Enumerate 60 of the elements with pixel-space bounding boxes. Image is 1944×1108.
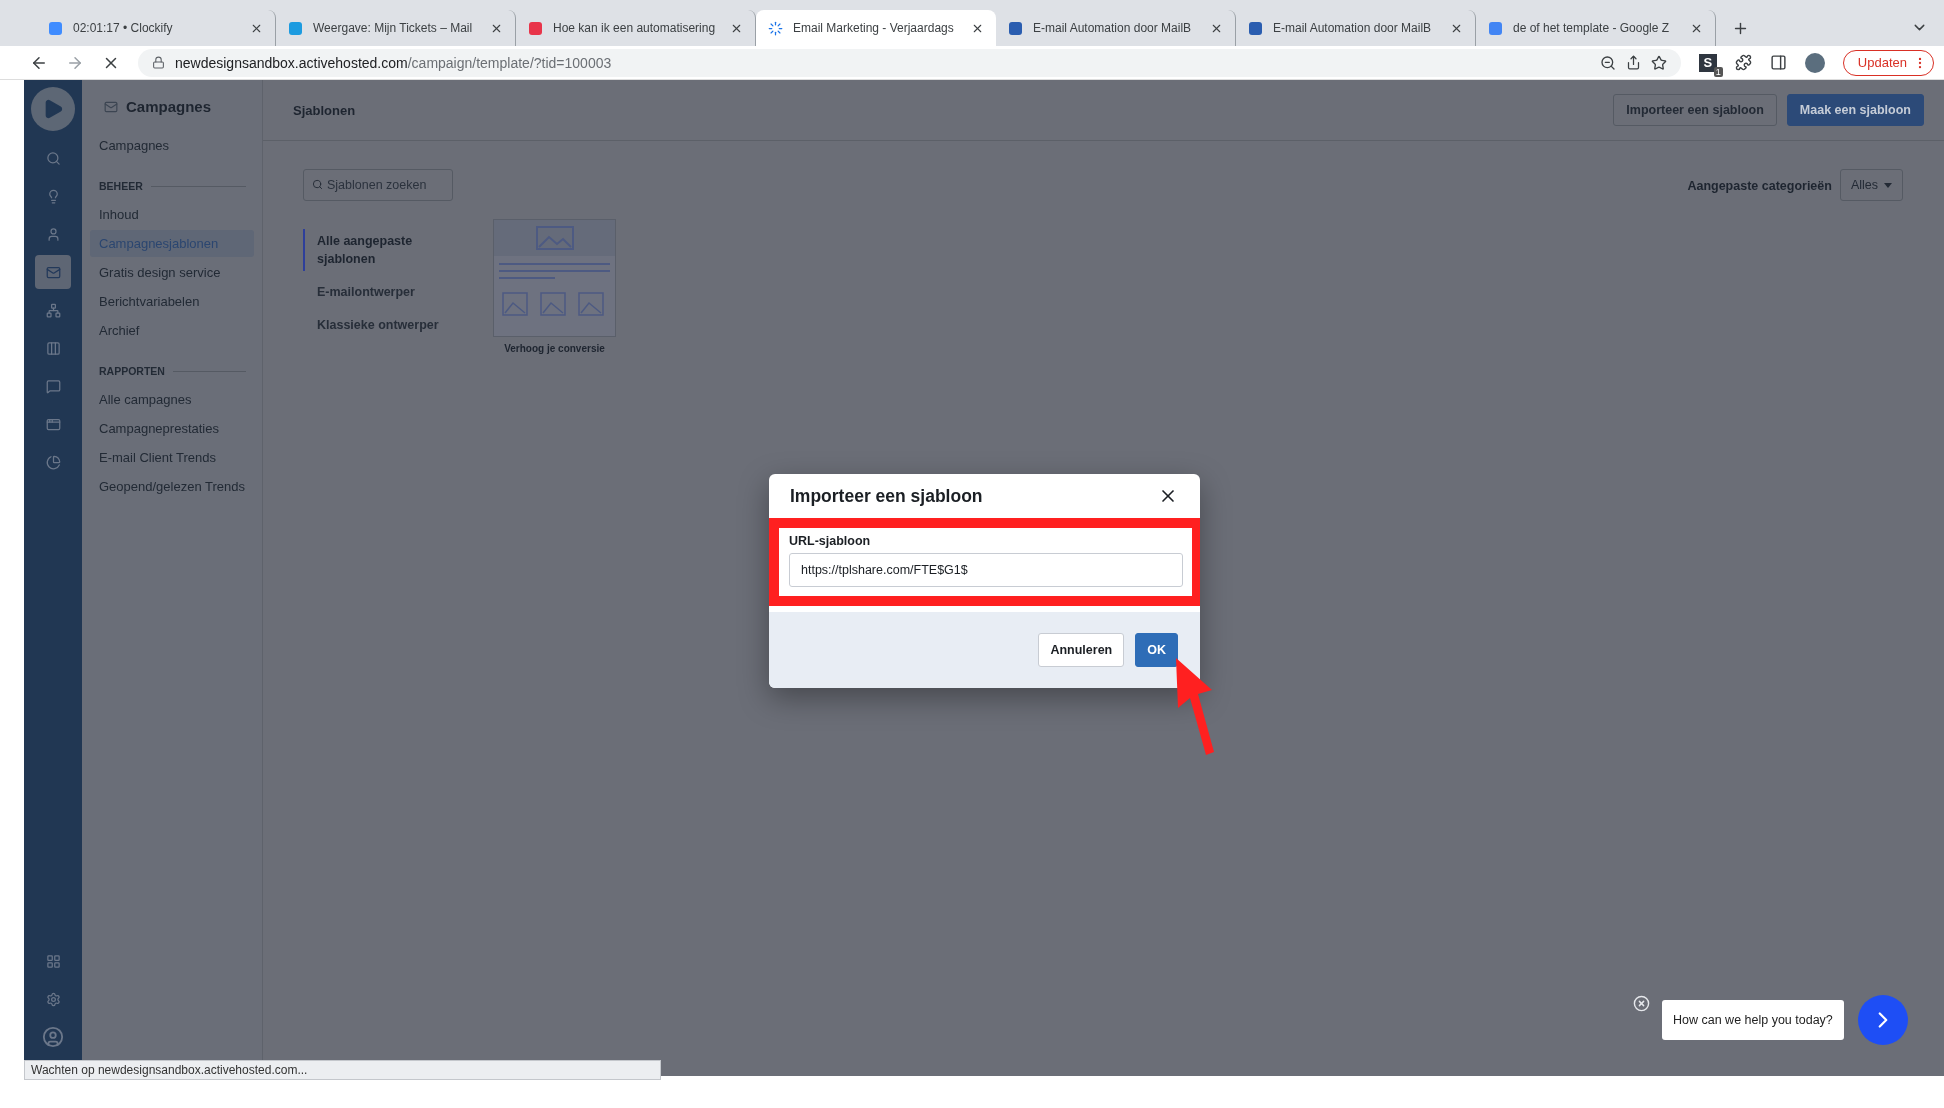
profile-avatar[interactable]	[1804, 52, 1825, 73]
dialog-title: Importeer een sjabloon	[790, 485, 983, 507]
create-template-button[interactable]: Maak een sjabloon	[1786, 94, 1924, 126]
mail-icon	[104, 99, 118, 114]
star-icon[interactable]	[1650, 54, 1667, 71]
tab-title: E-mail Automation door MailB	[1273, 21, 1433, 35]
ok-button[interactable]: OK	[1135, 633, 1178, 667]
url-input-field[interactable]: https://tplshare.com/FTE$G1$	[789, 553, 1183, 587]
category-dropdown[interactable]: Alles	[1839, 169, 1903, 201]
loading-spinner-icon	[768, 20, 783, 36]
site-favicon-icon	[1248, 20, 1263, 36]
tab-title: Email Marketing - Verjaardags	[793, 21, 955, 35]
chat-prompt[interactable]: How can we help you today?	[1662, 1000, 1844, 1040]
caret-icon	[1884, 182, 1892, 188]
field-label: URL-sjabloon	[789, 534, 872, 548]
site-favicon-icon	[48, 20, 63, 36]
side-panel-icon[interactable]	[1769, 54, 1787, 71]
tab-title: de of het template - Google Z	[1513, 21, 1671, 35]
browser-tab[interactable]: Email Marketing - Verjaardags	[756, 10, 996, 46]
site-favicon-icon	[1008, 20, 1023, 36]
subnav-item[interactable]: Geopend/gelezen Trends	[90, 473, 254, 500]
lock-icon	[152, 56, 165, 69]
site-favicon-icon	[288, 20, 303, 36]
search-icon	[312, 179, 323, 190]
subnav-item[interactable]: Archief	[90, 317, 254, 344]
section-heading: RAPPORTEN	[99, 365, 165, 377]
puzzle-icon[interactable]	[1734, 54, 1752, 71]
status-text: Wachten op newdesignsandbox.activehosted.com...	[24, 1060, 661, 1080]
category-link[interactable]: Klassieke ontwerper	[303, 313, 463, 337]
share-icon[interactable]	[1625, 55, 1641, 70]
subnav-item[interactable]: Gratis design service	[90, 259, 254, 286]
url-text: newdesignsandbox.activehosted.com/campaign/template/?tid=100003	[175, 54, 612, 71]
template-caption: Verhoog je conversie	[504, 343, 605, 354]
subnav-item[interactable]: Berichtvariabelen	[90, 288, 254, 315]
extension-icon[interactable]: S	[1698, 53, 1717, 72]
subnav-item[interactable]: Campagnes	[90, 132, 254, 159]
zoom-out-icon[interactable]	[1599, 54, 1616, 71]
subnav-item[interactable]: E-mail Client Trends	[90, 444, 254, 471]
site-favicon-icon	[1488, 20, 1503, 36]
cancel-button[interactable]: Annuleren	[1038, 633, 1125, 667]
page-title: Sjablonen	[293, 102, 357, 118]
section-heading: BEHEER	[99, 180, 143, 192]
tab-title: Weergave: Mijn Tickets – Mail	[313, 21, 474, 35]
tab-title: 02:01:17 • Clockify	[73, 21, 174, 35]
update-button[interactable]: Updaten	[1842, 49, 1934, 76]
category-link[interactable]: E-mailontwerper	[303, 280, 463, 304]
site-favicon-icon	[528, 20, 543, 36]
address-bar[interactable]: newdesignsandbox.activehosted.com/campaign/template/?tid=100003	[138, 48, 1681, 77]
import-template-button[interactable]: Importeer een sjabloon	[1613, 94, 1777, 126]
tab-title: Hoe kan ik een automatisering	[553, 21, 717, 35]
tab-title: E-mail Automation door MailB	[1033, 21, 1193, 35]
search-field[interactable]: Sjablonen zoeken	[303, 169, 453, 201]
extension-badge: 1	[1713, 66, 1723, 77]
category-link[interactable]: Alle aangepaste sjablonen	[303, 229, 463, 271]
subnav-item[interactable]: Campagneprestaties	[90, 415, 254, 442]
filter-label: Aangepaste categorieën	[1687, 179, 1832, 193]
template-thumbnail-drawing[interactable]	[493, 219, 616, 337]
subnav-item[interactable]: Alle campagnes	[90, 386, 254, 413]
subnav-item[interactable]: Inhoud	[90, 201, 254, 228]
section-title: Campagnes	[126, 98, 212, 115]
